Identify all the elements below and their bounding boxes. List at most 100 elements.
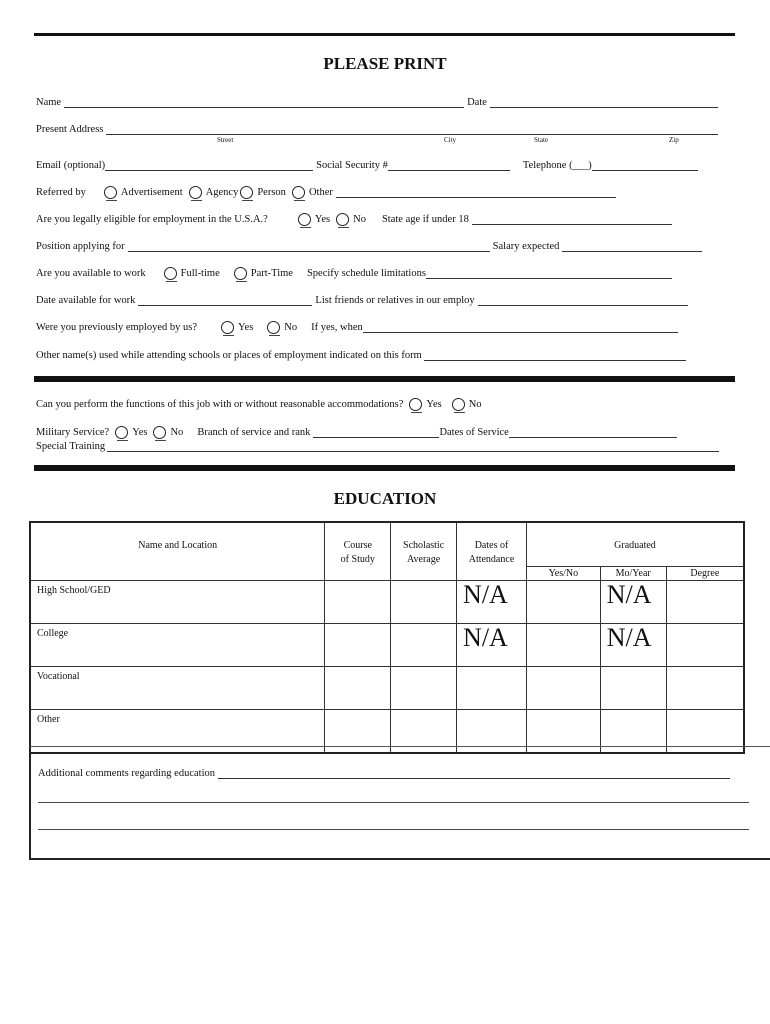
accommodations-row: Can you perform the functions of this jo… (36, 394, 482, 413)
name-row: Name Date (36, 92, 721, 108)
col-header-moyear: Mo/Year (599, 566, 667, 581)
email-label: Email (optional) (36, 160, 106, 171)
average-cell[interactable] (390, 580, 458, 624)
age-field[interactable] (471, 213, 672, 225)
date-label: Date (467, 97, 487, 108)
other-names-row: Other name(s) used while attending schoo… (36, 345, 689, 361)
telephone-field[interactable] (591, 159, 698, 171)
limitations-field[interactable] (425, 267, 672, 279)
name-label: Name (36, 97, 62, 108)
moyear-cell[interactable]: N/A (599, 623, 667, 667)
zip-sublabel: Zip (669, 136, 679, 144)
city-sublabel: City (444, 136, 457, 144)
col-header-course: Course of Study (324, 521, 392, 581)
course-cell[interactable] (324, 623, 392, 667)
friends-label: List friends or relatives in our employ (315, 295, 475, 306)
parttime-label: Part-Time (250, 268, 293, 279)
degree-cell[interactable] (665, 623, 745, 667)
eligible-yes-label: Yes (314, 214, 331, 225)
accommodations-yes-label: Yes (426, 399, 442, 410)
other-names-field[interactable] (423, 349, 686, 361)
parttime-radio[interactable] (233, 267, 247, 282)
referred-other-label: Other (308, 187, 333, 198)
training-field[interactable] (107, 440, 720, 452)
course-cell[interactable] (324, 580, 392, 624)
accommodations-question: Can you perform the functions of this jo… (36, 399, 404, 410)
street-sublabel: Street (217, 136, 234, 144)
yesno-cell[interactable] (525, 580, 601, 624)
row-label: High School/GED (29, 580, 326, 624)
eligible-row: Are you legally eligible for employment … (36, 209, 675, 228)
position-row: Position applying for Salary expected (36, 236, 705, 252)
moyear-cell[interactable] (599, 666, 667, 710)
availability-label: Are you available to work (36, 268, 146, 279)
referred-row: Referred by Advertisement Agency Person … (36, 182, 619, 201)
contact-row: Email (optional) Social Security # Telep… (36, 155, 701, 171)
education-table: Name and Location Course of Study Scholas… (29, 521, 745, 754)
comments-line[interactable] (38, 829, 749, 830)
moyear-cell[interactable]: N/A (599, 580, 667, 624)
comments-line[interactable] (38, 802, 749, 803)
comments-row: Additional comments regarding education (38, 763, 733, 779)
fulltime-radio[interactable] (163, 267, 177, 282)
referred-agency-radio[interactable] (188, 186, 202, 201)
dates-cell[interactable]: N/A (456, 623, 527, 667)
address-row: Present Address (36, 119, 721, 135)
education-title: EDUCATION (333, 489, 437, 508)
date-field[interactable] (489, 96, 718, 108)
referred-person-radio[interactable] (240, 186, 254, 201)
training-label: Special Training (36, 441, 106, 452)
average-cell[interactable] (390, 666, 458, 710)
when-field[interactable] (362, 321, 678, 333)
col-header-average: Scholastic Average (390, 521, 458, 581)
course-cell[interactable] (324, 666, 392, 710)
limitations-label: Specify schedule limitations (306, 268, 426, 279)
previous-no-label: No (284, 322, 298, 333)
referred-advertisement-radio[interactable] (103, 186, 117, 201)
email-field[interactable] (105, 159, 314, 171)
dates-cell[interactable] (456, 666, 527, 710)
previous-yes-radio[interactable] (221, 321, 234, 336)
comments-field[interactable] (218, 767, 730, 779)
referred-other-field[interactable] (335, 186, 616, 198)
yesno-cell[interactable] (525, 666, 601, 710)
ssn-field[interactable] (387, 159, 510, 171)
degree-cell[interactable] (665, 580, 745, 624)
eligible-question: Are you legally eligible for employment … (36, 214, 268, 225)
previous-question: Were you previously employed by us? (36, 322, 197, 333)
referred-other-radio[interactable] (291, 186, 305, 201)
previous-row: Were you previously employed by us? Yes … (36, 317, 681, 336)
salary-field[interactable] (562, 240, 703, 252)
position-field[interactable] (127, 240, 490, 252)
average-cell[interactable] (390, 623, 458, 667)
date-available-row: Date available for work List friends or … (36, 290, 691, 306)
table-row: College N/A N/A (29, 623, 745, 667)
accommodations-yes-radio[interactable] (409, 398, 423, 413)
name-field[interactable] (64, 96, 465, 108)
position-label: Position applying for (36, 241, 125, 252)
col-header-yesno: Yes/No (525, 566, 601, 581)
friends-field[interactable] (477, 294, 688, 306)
top-rule (34, 33, 735, 36)
section-divider (34, 465, 735, 471)
eligible-no-radio[interactable] (336, 213, 350, 228)
table-row: High School/GED N/A N/A (29, 580, 745, 624)
previous-no-radio[interactable] (267, 321, 281, 336)
ssn-label: Social Security # (316, 160, 388, 171)
referred-advertisement-label: Advertisement (120, 187, 183, 198)
dates-cell[interactable]: N/A (456, 580, 527, 624)
training-row: Special Training (36, 436, 722, 452)
address-field[interactable] (106, 123, 719, 135)
comments-label: Additional comments regarding education (38, 768, 215, 779)
referred-label: Referred by (36, 187, 86, 198)
date-available-label: Date available for work (36, 295, 136, 306)
accommodations-no-radio[interactable] (451, 398, 465, 413)
row-label: College (29, 623, 326, 667)
col-header-degree: Degree (665, 566, 745, 581)
availability-row: Are you available to work Full-time Part… (36, 263, 675, 282)
eligible-yes-radio[interactable] (297, 213, 311, 228)
date-available-field[interactable] (138, 294, 313, 306)
education-comments-box: Additional comments regarding education (29, 746, 770, 860)
yesno-cell[interactable] (525, 623, 601, 667)
degree-cell[interactable] (665, 666, 745, 710)
